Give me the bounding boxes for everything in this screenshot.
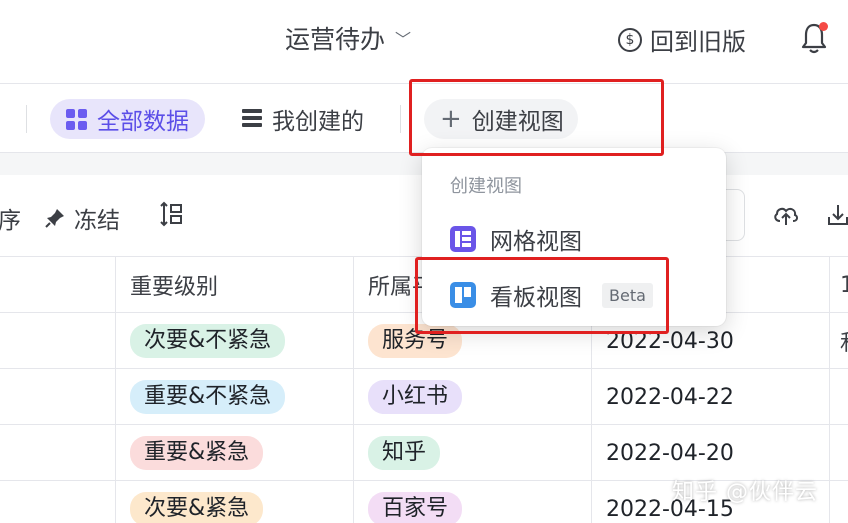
sort-label: 序 bbox=[0, 208, 21, 234]
row-height-icon bbox=[160, 201, 182, 227]
upload-button[interactable] bbox=[772, 203, 800, 227]
dollar-circle-icon: $ bbox=[618, 27, 642, 52]
tab-all-data-label: 全部数据 bbox=[97, 109, 189, 135]
platform-cell[interactable]: 百家号 bbox=[354, 481, 592, 523]
extra-cell[interactable] bbox=[830, 481, 848, 523]
level-tag: 重要&紧急 bbox=[130, 436, 264, 470]
platform-tag: 百家号 bbox=[368, 492, 463, 523]
row-cell[interactable] bbox=[0, 425, 116, 481]
table-icon bbox=[242, 109, 262, 129]
row-cell[interactable] bbox=[0, 313, 116, 369]
annotation-box-kanban-view bbox=[415, 257, 669, 334]
workspace-title-dropdown[interactable]: 运营待办 ﹀ bbox=[285, 20, 411, 56]
table-row[interactable]: 重要&不紧急 小红书 2022-04-22 bbox=[0, 369, 848, 425]
tab-all-data[interactable]: 全部数据 bbox=[50, 99, 205, 139]
table-row[interactable]: 重要&紧急 知乎 2022-04-20 bbox=[0, 425, 848, 481]
date-cell[interactable]: 2022-04-20 bbox=[592, 425, 830, 481]
back-old-label: 回到旧版 bbox=[650, 28, 746, 56]
header-cell-level[interactable]: 重要级别 bbox=[116, 257, 354, 313]
freeze-button[interactable]: 冻结 bbox=[44, 201, 120, 235]
divider bbox=[400, 105, 401, 133]
menu-item-label: 网格视图 bbox=[490, 229, 582, 255]
sort-button[interactable]: 序 bbox=[0, 201, 21, 235]
level-cell[interactable]: 重要&不紧急 bbox=[116, 369, 354, 425]
grid-view-icon bbox=[450, 226, 476, 252]
extra-cell[interactable] bbox=[830, 425, 848, 481]
header-cell-extra[interactable]: 1 bbox=[830, 257, 848, 313]
freeze-label: 冻结 bbox=[74, 208, 120, 234]
top-header: 运营待办 ﹀ $ 回到旧版 bbox=[0, 0, 848, 84]
platform-tag: 小红书 bbox=[368, 380, 463, 414]
level-cell[interactable]: 次要&紧急 bbox=[116, 481, 354, 523]
row-height-button[interactable] bbox=[160, 201, 184, 227]
download-button[interactable] bbox=[826, 203, 848, 227]
platform-cell[interactable]: 知乎 bbox=[354, 425, 592, 481]
divider bbox=[26, 105, 27, 133]
menu-heading: 创建视图 bbox=[450, 176, 522, 197]
level-tag: 次要&不紧急 bbox=[130, 324, 286, 358]
header-cell bbox=[0, 257, 116, 313]
tab-my-created[interactable]: 我创建的 bbox=[226, 99, 380, 139]
row-cell[interactable] bbox=[0, 369, 116, 425]
back-to-old-version-button[interactable]: $ 回到旧版 bbox=[618, 22, 746, 57]
platform-tag: 知乎 bbox=[368, 436, 441, 470]
watermark: 知乎 @伙伴云 bbox=[672, 480, 818, 505]
annotation-box-create-view bbox=[409, 79, 664, 156]
upload-cloud-icon bbox=[774, 207, 799, 225]
extra-cell[interactable]: 和 bbox=[830, 313, 848, 369]
level-cell[interactable]: 重要&紧急 bbox=[116, 425, 354, 481]
tab-my-created-label: 我创建的 bbox=[272, 109, 364, 135]
level-tag: 次要&紧急 bbox=[130, 492, 264, 523]
level-tag: 重要&不紧急 bbox=[130, 380, 286, 414]
menu-item-grid-view[interactable]: 网格视图 bbox=[450, 222, 582, 256]
level-cell[interactable]: 次要&不紧急 bbox=[116, 313, 354, 369]
notification-dot bbox=[819, 22, 828, 31]
grid-icon bbox=[66, 108, 87, 130]
row-cell[interactable] bbox=[0, 481, 116, 523]
extra-cell[interactable] bbox=[830, 369, 848, 425]
notification-bell-icon[interactable] bbox=[800, 22, 830, 54]
download-icon bbox=[828, 205, 848, 225]
chevron-down-icon: ﹀ bbox=[395, 30, 412, 49]
workspace-title: 运营待办 bbox=[285, 25, 386, 54]
pin-icon bbox=[45, 209, 64, 228]
platform-cell[interactable]: 小红书 bbox=[354, 369, 592, 425]
date-cell[interactable]: 2022-04-22 bbox=[592, 369, 830, 425]
